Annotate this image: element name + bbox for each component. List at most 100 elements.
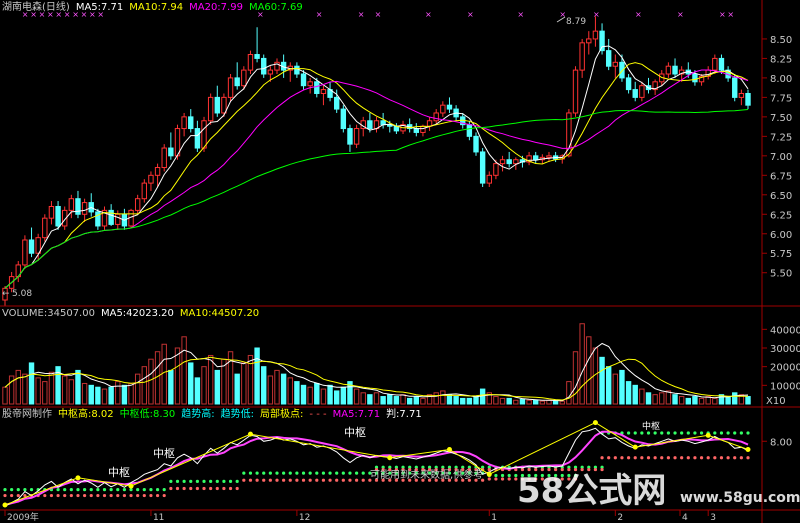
zhongshu-low-dot (680, 456, 684, 460)
candle-body (718, 57, 725, 71)
zhongshu-high-dot (195, 479, 199, 483)
volume-legend-item: MA10:44507.20 (180, 308, 259, 319)
zhongshu-low-dot (215, 486, 219, 491)
signal-mark: × (593, 10, 600, 19)
volume-bar (519, 398, 526, 405)
zhongshu-high-dot (209, 479, 213, 483)
volume-bar (241, 362, 247, 405)
indicator-legend-item: 趋势高: (181, 407, 214, 420)
volume-bar (148, 358, 154, 405)
candle-body (466, 124, 473, 137)
low-price-label: 5.08 (12, 289, 32, 299)
date-tick-label: 1 (491, 513, 497, 523)
zhongshu-low-dot (116, 493, 120, 498)
indicator-legend: 股帝网制作 中枢高:8.02 中枢低:8.30 趋势高: 趋势低: 局部极点: - - - M… (2, 407, 422, 420)
volume-bar (440, 390, 446, 405)
candle-body (738, 92, 745, 98)
indicator-legend-item: 局部极点: (260, 407, 303, 420)
price-tick-label: 7.25 (770, 132, 792, 143)
volume-bar (400, 394, 406, 405)
zhongshu-low-dot (155, 493, 160, 498)
zhongshu-low-dot (222, 486, 226, 491)
volume-bar (665, 390, 672, 405)
zhongshu-high-dot (169, 479, 173, 483)
zhongshu-high-dot (328, 471, 332, 475)
zhongshu-low-dot (76, 493, 80, 498)
price-tick-label: 8.25 (770, 54, 792, 65)
zhongshu-low-dot (202, 486, 206, 491)
candle-body (426, 120, 433, 127)
zhongshu-low-dot (3, 493, 7, 498)
zhongshu-low-dot (262, 478, 266, 482)
volume-bar (267, 375, 274, 405)
candle-body (261, 57, 267, 75)
zhongshu-high-dot (109, 488, 113, 492)
zhongshu-high-dot (96, 488, 100, 492)
volume-tick-label: 20000 (770, 363, 800, 374)
zhongshu-low-dot (83, 493, 87, 498)
volume-bar (672, 394, 678, 405)
zhongshu-high-dot (162, 488, 166, 492)
zhongshu-high-dot (680, 431, 684, 435)
volume-bar (287, 377, 293, 405)
zhongshu-high-dot (507, 473, 511, 478)
zigzag-extreme-point (592, 420, 598, 426)
volume-bar (466, 397, 473, 405)
candle-body (340, 108, 347, 130)
volume-bar (115, 381, 121, 405)
zigzag-extreme-point (486, 471, 492, 477)
date-tick-label: 11 (153, 513, 164, 523)
candle-body (499, 159, 506, 165)
date-tick-label: 3 (710, 513, 716, 523)
signal-mark: × (719, 10, 726, 19)
candle-body (347, 128, 353, 145)
volume-bar (101, 388, 108, 405)
volume-bar (207, 354, 214, 405)
zhongshu-high-dot (626, 431, 631, 435)
volume-bar (460, 397, 466, 405)
volume-bar (62, 375, 68, 405)
zhongshu-low-dot (56, 493, 60, 498)
zigzag-extreme-point (387, 455, 393, 461)
zhongshu-high-dot (89, 488, 93, 492)
signal-mark: × (358, 10, 365, 19)
zhongshu-high-dot (295, 471, 299, 475)
zhongshu-high-dot (175, 479, 180, 483)
indicator-legend-item: 中枢高:8.02 (58, 407, 114, 420)
zhongshu-low-dot (142, 493, 146, 498)
zhongshu-low-dot (487, 477, 491, 481)
zhongshu-low-dot (361, 478, 365, 482)
volume-bar (254, 347, 260, 405)
zhongshu-low-dot (10, 493, 14, 498)
zhongshu-high-dot (3, 488, 7, 492)
volume-bar (214, 369, 220, 405)
candle-body (632, 89, 638, 98)
zhongshu-high-dot (76, 488, 80, 492)
low-price-arrow: ← (2, 289, 10, 299)
price-tick-label: 6.75 (770, 171, 792, 182)
candle-body (712, 57, 718, 71)
candle-body (207, 96, 214, 122)
candle-body (48, 205, 55, 219)
volume-bar (605, 366, 612, 405)
zhongshu-high-dot (686, 431, 690, 435)
zhongshu-low-dot (242, 478, 246, 482)
zhongshu-low-dot (660, 456, 664, 460)
zhongshu-low-dot (666, 456, 670, 460)
zhongshu-low-dot (136, 493, 140, 498)
zhongshu-low-dot (16, 493, 20, 498)
zhongshu-high-dot (301, 471, 306, 475)
zhongshu-high-dot (202, 479, 206, 483)
zhongshu-low-dot (487, 467, 491, 472)
candle-body (333, 96, 340, 110)
candle-body (28, 239, 35, 254)
volume-bar (15, 369, 21, 405)
volume-bar (2, 386, 8, 405)
zhongshu-high-dot (348, 471, 352, 475)
zhongshu-high-dot (726, 431, 730, 435)
volume-bar (526, 399, 532, 405)
candle-body (692, 73, 698, 83)
volume-tick-label: 30000 (770, 344, 800, 355)
volume-bar (725, 396, 731, 405)
zhongshu-low-dot (149, 493, 153, 498)
